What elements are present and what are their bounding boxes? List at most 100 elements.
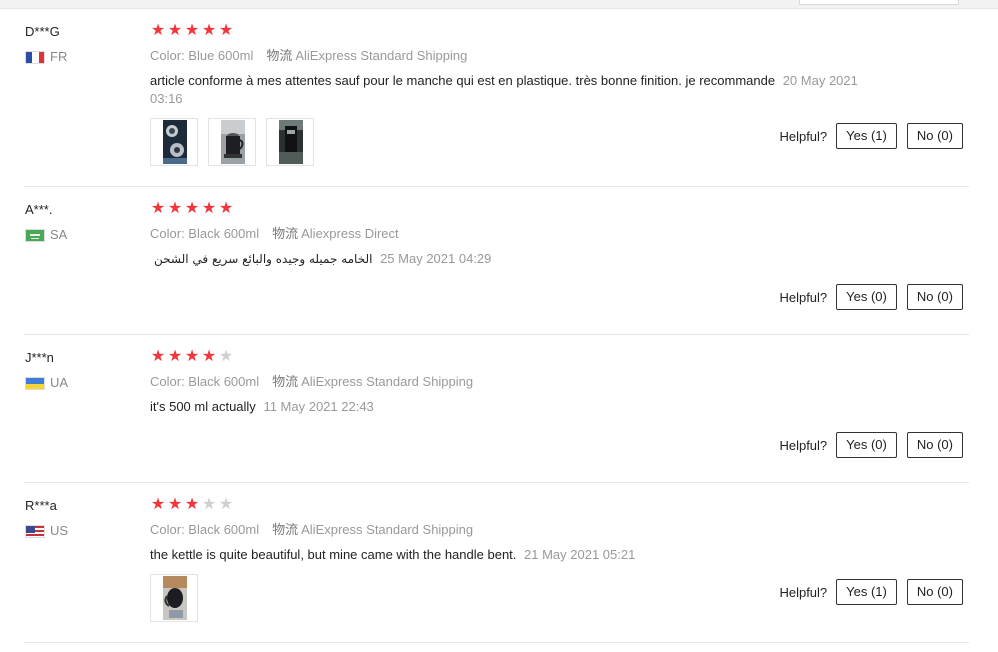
review-date: 11 May 2021 22:43	[263, 399, 374, 414]
helpful-vote: Helpful? Yes (0) No (0)	[779, 284, 963, 310]
star-filled-icon: ★	[167, 200, 183, 217]
star-empty-icon: ★	[218, 496, 234, 513]
review-text: it's 500 ml actually 11 May 2021 22:43	[150, 398, 880, 416]
country-code: SA	[50, 227, 68, 242]
star-filled-icon: ★	[167, 496, 183, 513]
review-list: D***G FR ★ ★ ★ ★ ★ Color: Blue 600ml 物流 Al…	[24, 9, 969, 643]
country-code: UA	[50, 375, 69, 390]
star-filled-icon: ★	[167, 22, 183, 39]
kettle-photo-icon	[221, 120, 245, 164]
star-filled-icon: ★	[150, 348, 166, 365]
reviewer-name: J***n	[25, 350, 54, 365]
helpful-label: Helpful?	[779, 437, 828, 453]
review-meta: Color: Black 600ml 物流 AliExpress Standard …	[150, 373, 870, 391]
star-filled-icon: ★	[218, 200, 234, 217]
reviewer-country: SA	[25, 227, 67, 243]
shipping-method: Aliexpress Direct	[301, 226, 399, 241]
review-meta: Color: Black 600ml 物流 Aliexpress Direct	[150, 225, 870, 243]
star-filled-icon: ★	[150, 496, 166, 513]
reviewer-country: UA	[25, 375, 68, 391]
ukraine-flag-icon	[25, 376, 45, 390]
star-filled-icon: ★	[184, 200, 200, 217]
kettle-photo-icon	[163, 576, 187, 620]
helpful-label: Helpful?	[779, 289, 828, 305]
star-empty-icon: ★	[218, 348, 234, 365]
shipping-label: 物流	[272, 375, 299, 390]
star-filled-icon: ★	[184, 348, 200, 365]
product-variant: Color: Blue 600ml	[150, 48, 254, 63]
review-content: ★ ★ ★ ★ ★ Color: Black 600ml 物流 AliExpress…	[150, 497, 870, 622]
rating-stars: ★ ★ ★ ★ ★	[150, 23, 870, 39]
helpful-no-button[interactable]: No (0)	[906, 432, 963, 458]
country-code: FR	[50, 49, 68, 64]
shipping-label: 物流	[272, 227, 299, 242]
review-meta: Color: Blue 600ml 物流 AliExpress Standard S…	[150, 47, 870, 65]
star-filled-icon: ★	[150, 200, 166, 217]
review-photo-thumbnail[interactable]	[150, 574, 198, 622]
star-filled-icon: ★	[201, 348, 217, 365]
united-states-flag-icon	[25, 524, 45, 538]
review-meta: Color: Black 600ml 物流 AliExpress Standard …	[150, 521, 870, 539]
review-item: A***. SA ★ ★ ★ ★ ★ Color: Black 600ml 物流 A…	[24, 187, 969, 335]
star-filled-icon: ★	[167, 348, 183, 365]
helpful-vote: Helpful? Yes (1) No (0)	[779, 579, 963, 605]
review-content: ★ ★ ★ ★ ★ Color: Black 600ml 物流 AliExpress…	[150, 349, 870, 416]
reviewer-name: R***a	[25, 498, 57, 513]
review-date: 25 May 2021 04:29	[380, 251, 492, 266]
review-item: J***n UA ★ ★ ★ ★ ★ Color: Black 600ml 物流 A…	[24, 335, 969, 483]
review-content: ★ ★ ★ ★ ★ Color: Blue 600ml 物流 AliExpress …	[150, 23, 870, 166]
review-text: الخامه جميله وجيده والبائع سريع في الشحن…	[154, 250, 884, 268]
review-photos	[150, 118, 870, 166]
helpful-vote: Helpful? Yes (1) No (0)	[779, 123, 963, 149]
review-content: ★ ★ ★ ★ ★ Color: Black 600ml 物流 Aliexpress…	[150, 201, 870, 268]
shipping-label: 物流	[272, 523, 299, 538]
review-item: D***G FR ★ ★ ★ ★ ★ Color: Blue 600ml 物流 Al…	[24, 9, 969, 187]
rating-stars: ★ ★ ★ ★ ★	[150, 497, 870, 513]
review-date: 21 May 2021 05:21	[524, 547, 636, 562]
star-filled-icon: ★	[150, 22, 166, 39]
kettle-photo-icon	[279, 120, 303, 164]
helpful-yes-button[interactable]: Yes (1)	[836, 123, 897, 149]
review-photo-thumbnail[interactable]	[266, 118, 314, 166]
star-filled-icon: ★	[218, 22, 234, 39]
shipping-method: AliExpress Standard Shipping	[301, 522, 474, 537]
star-filled-icon: ★	[184, 22, 200, 39]
helpful-label: Helpful?	[779, 128, 828, 144]
saudi-arabia-flag-icon	[25, 228, 45, 242]
review-text: the kettle is quite beautiful, but mine …	[150, 546, 880, 564]
helpful-yes-button[interactable]: Yes (0)	[836, 432, 897, 458]
review-photo-thumbnail[interactable]	[150, 118, 198, 166]
review-photos	[150, 574, 870, 622]
rating-stars: ★ ★ ★ ★ ★	[150, 349, 870, 365]
france-flag-icon	[25, 50, 45, 64]
shipping-method: AliExpress Standard Shipping	[295, 48, 468, 63]
helpful-yes-button[interactable]: Yes (0)	[836, 284, 897, 310]
product-variant: Color: Black 600ml	[150, 522, 260, 537]
star-filled-icon: ★	[184, 496, 200, 513]
review-item: R***a US ★ ★ ★ ★ ★ Color: Black 600ml 物流 A…	[24, 483, 969, 643]
helpful-label: Helpful?	[779, 584, 828, 600]
product-variant: Color: Black 600ml	[150, 374, 260, 389]
helpful-vote: Helpful? Yes (0) No (0)	[779, 432, 963, 458]
reviewer-name: D***G	[25, 24, 60, 39]
top-bar	[0, 0, 998, 9]
helpful-no-button[interactable]: No (0)	[906, 579, 963, 605]
helpful-no-button[interactable]: No (0)	[906, 123, 963, 149]
reviewer-name: A***.	[25, 202, 53, 217]
review-body: الخامه جميله وجيده والبائع سريع في الشحن	[154, 252, 373, 266]
review-body: the kettle is quite beautiful, but mine …	[150, 547, 517, 562]
country-code: US	[50, 523, 69, 538]
review-body: article conforme à mes attentes sauf pou…	[150, 73, 776, 88]
sort-select[interactable]	[799, 0, 959, 5]
review-body: it's 500 ml actually	[150, 399, 256, 414]
review-photo-thumbnail[interactable]	[208, 118, 256, 166]
helpful-no-button[interactable]: No (0)	[906, 284, 963, 310]
star-filled-icon: ★	[201, 22, 217, 39]
product-variant: Color: Black 600ml	[150, 226, 260, 241]
star-filled-icon: ★	[201, 200, 217, 217]
review-text: article conforme à mes attentes sauf pou…	[150, 72, 880, 108]
shipping-label: 物流	[266, 49, 293, 64]
reviewer-country: FR	[25, 49, 67, 65]
shipping-method: AliExpress Standard Shipping	[301, 374, 474, 389]
helpful-yes-button[interactable]: Yes (1)	[836, 579, 897, 605]
